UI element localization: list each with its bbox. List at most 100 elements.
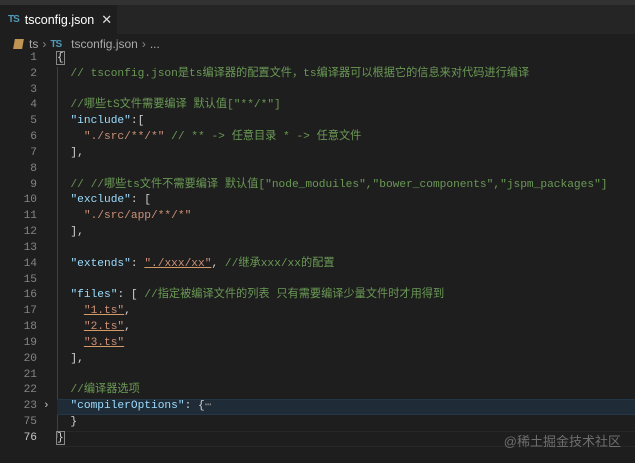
tab-bar: TS tsconfig.json ✕	[0, 5, 635, 34]
code-editor[interactable]: 1{2 // tsconfig.json是ts编译器的配置文件，ts编译器可以根…	[0, 51, 635, 447]
code-line[interactable]: 9 // //哪些ts文件不需要编译 默认值["node_moduiles","…	[0, 178, 635, 194]
line-number: 6	[30, 131, 37, 144]
line-number: 76	[23, 431, 37, 444]
chevron-right-icon: ›	[141, 37, 146, 51]
tab-tsconfig[interactable]: TS tsconfig.json ✕	[0, 5, 117, 34]
token-punct	[57, 289, 70, 301]
line-number: 21	[23, 368, 37, 381]
code-line[interactable]: 22 //编译器选项	[0, 383, 635, 399]
token-comment: //编译器选项	[57, 384, 140, 397]
line-number: 1	[30, 52, 37, 64]
code-text: //哪些tS文件需要编译 默认值["**/*"]	[57, 98, 280, 114]
token-key: "extends"	[70, 257, 131, 270]
line-number: 14	[23, 257, 37, 270]
code-text: }	[57, 415, 77, 431]
token-strul: "2.ts"	[83, 321, 125, 334]
token-comment: // tsconfig.json是ts编译器的配置文件，ts编译器可以根据它的信…	[57, 67, 530, 80]
breadcrumb-more[interactable]: ...	[150, 37, 160, 51]
line-number: 7	[30, 146, 37, 159]
code-line[interactable]: 16 "files": [ //指定被编译文件的列表 只有需要编译少量文件时才用…	[0, 288, 635, 304]
code-line[interactable]: 17 "1.ts",	[0, 304, 635, 320]
code-text: // //哪些ts文件不需要编译 默认值["node_moduiles","bo…	[57, 178, 607, 194]
token-str: "./src/**/*"	[83, 131, 165, 144]
token-punct: ,	[124, 321, 131, 334]
close-icon[interactable]: ✕	[101, 12, 112, 28]
chevron-right-icon: ›	[42, 37, 47, 51]
folder-icon	[13, 39, 24, 49]
code-text: "3.ts"	[57, 336, 124, 352]
line-number: 5	[30, 115, 37, 128]
token-punct: ,	[124, 305, 131, 318]
token-punct: : [	[117, 289, 145, 302]
code-line[interactable]: 11 "./src/app/**/*"	[0, 209, 635, 225]
fold-chevron-icon[interactable]: ›	[43, 399, 50, 415]
token-strul: "./xxx/xx"	[144, 257, 212, 270]
code-text: "exclude": [	[57, 193, 151, 209]
ts-file-icon: TS	[8, 14, 20, 25]
code-line[interactable]: 6 "./src/**/*" // ** -> 任意目录 * -> 任意文件	[0, 130, 635, 146]
code-line[interactable]: 2 // tsconfig.json是ts编译器的配置文件，ts编译器可以根据它…	[0, 67, 635, 83]
token-punct: ],	[57, 352, 84, 365]
line-number: 11	[23, 210, 37, 223]
code-text: {	[56, 51, 65, 67]
code-text: "include":[	[57, 114, 144, 130]
token-key: "files"	[70, 289, 118, 302]
line-number: 23	[23, 400, 37, 413]
code-line[interactable]: 21	[0, 368, 635, 384]
tab-title: tsconfig.json	[24, 12, 95, 27]
line-number: 4	[30, 99, 37, 112]
token-brace: {	[56, 51, 65, 65]
code-text: //编译器选项	[57, 383, 140, 399]
token-punct: : {	[184, 400, 205, 413]
line-number: 12	[23, 226, 37, 239]
token-comment: // ** -> 任意目录 * -> 任意文件	[171, 131, 362, 144]
line-number: 9	[30, 178, 37, 191]
code-line[interactable]: 14 "extends": "./xxx/xx", //继承xxx/xx的配置	[0, 257, 635, 273]
code-line[interactable]: 5 "include":[	[0, 114, 635, 130]
token-punct	[57, 131, 84, 143]
token-punct	[57, 337, 84, 349]
breadcrumb-file[interactable]: tsconfig.json	[71, 37, 138, 51]
breadcrumb: ts › TS tsconfig.json › ...	[13, 36, 160, 52]
code-line[interactable]: 8	[0, 162, 635, 178]
code-text: "files": [ //指定被编译文件的列表 只有需要编译少量文件时才用得到	[57, 288, 444, 304]
code-line[interactable]: 7 ],	[0, 146, 635, 162]
line-number: 2	[30, 67, 37, 80]
watermark: @稀土掘金技术社区	[503, 434, 621, 449]
code-line[interactable]: 19 "3.ts"	[0, 336, 635, 352]
code-line[interactable]: 10 "exclude": [	[0, 193, 635, 209]
token-punct	[57, 210, 84, 222]
token-str: "./src/app/**/*"	[83, 210, 192, 223]
code-text: ],	[57, 146, 83, 162]
code-text: // tsconfig.json是ts编译器的配置文件，ts编译器可以根据它的信…	[57, 67, 529, 83]
line-number: 10	[23, 194, 37, 207]
code-line[interactable]: 1{	[0, 51, 635, 67]
token-punct: : [	[130, 194, 152, 207]
code-line[interactable]: 3	[0, 83, 635, 99]
line-number: 22	[23, 384, 37, 397]
code-line[interactable]: 18 "2.ts",	[0, 320, 635, 336]
code-text: }	[56, 430, 65, 447]
token-comment: //指定被编译文件的列表 只有需要编译少量文件时才用得到	[144, 289, 445, 302]
token-punct: :	[130, 257, 145, 270]
code-text: "./src/app/**/*"	[57, 209, 191, 225]
code-line[interactable]: 12 ],	[0, 225, 635, 241]
code-line[interactable]: 15	[0, 273, 635, 289]
token-punct	[57, 258, 70, 270]
token-brace: }	[56, 430, 65, 445]
breadcrumb-folder[interactable]: ts	[29, 37, 38, 51]
code-line[interactable]: 75 }	[0, 415, 635, 431]
code-line[interactable]: 13	[0, 241, 635, 257]
line-number: 15	[23, 273, 37, 286]
code-text: "2.ts",	[57, 320, 131, 336]
token-strul: "3.ts"	[83, 336, 125, 349]
token-punct	[57, 400, 70, 412]
line-number: 17	[23, 305, 37, 318]
line-number: 13	[23, 241, 37, 254]
line-number: 20	[23, 352, 37, 365]
code-line[interactable]: 23 › "compilerOptions": {⋯	[0, 399, 635, 416]
line-number: 18	[23, 321, 37, 334]
token-punct	[57, 305, 84, 317]
code-line[interactable]: 4 //哪些tS文件需要编译 默认值["**/*"]	[0, 98, 635, 114]
code-line[interactable]: 20 ],	[0, 352, 635, 368]
